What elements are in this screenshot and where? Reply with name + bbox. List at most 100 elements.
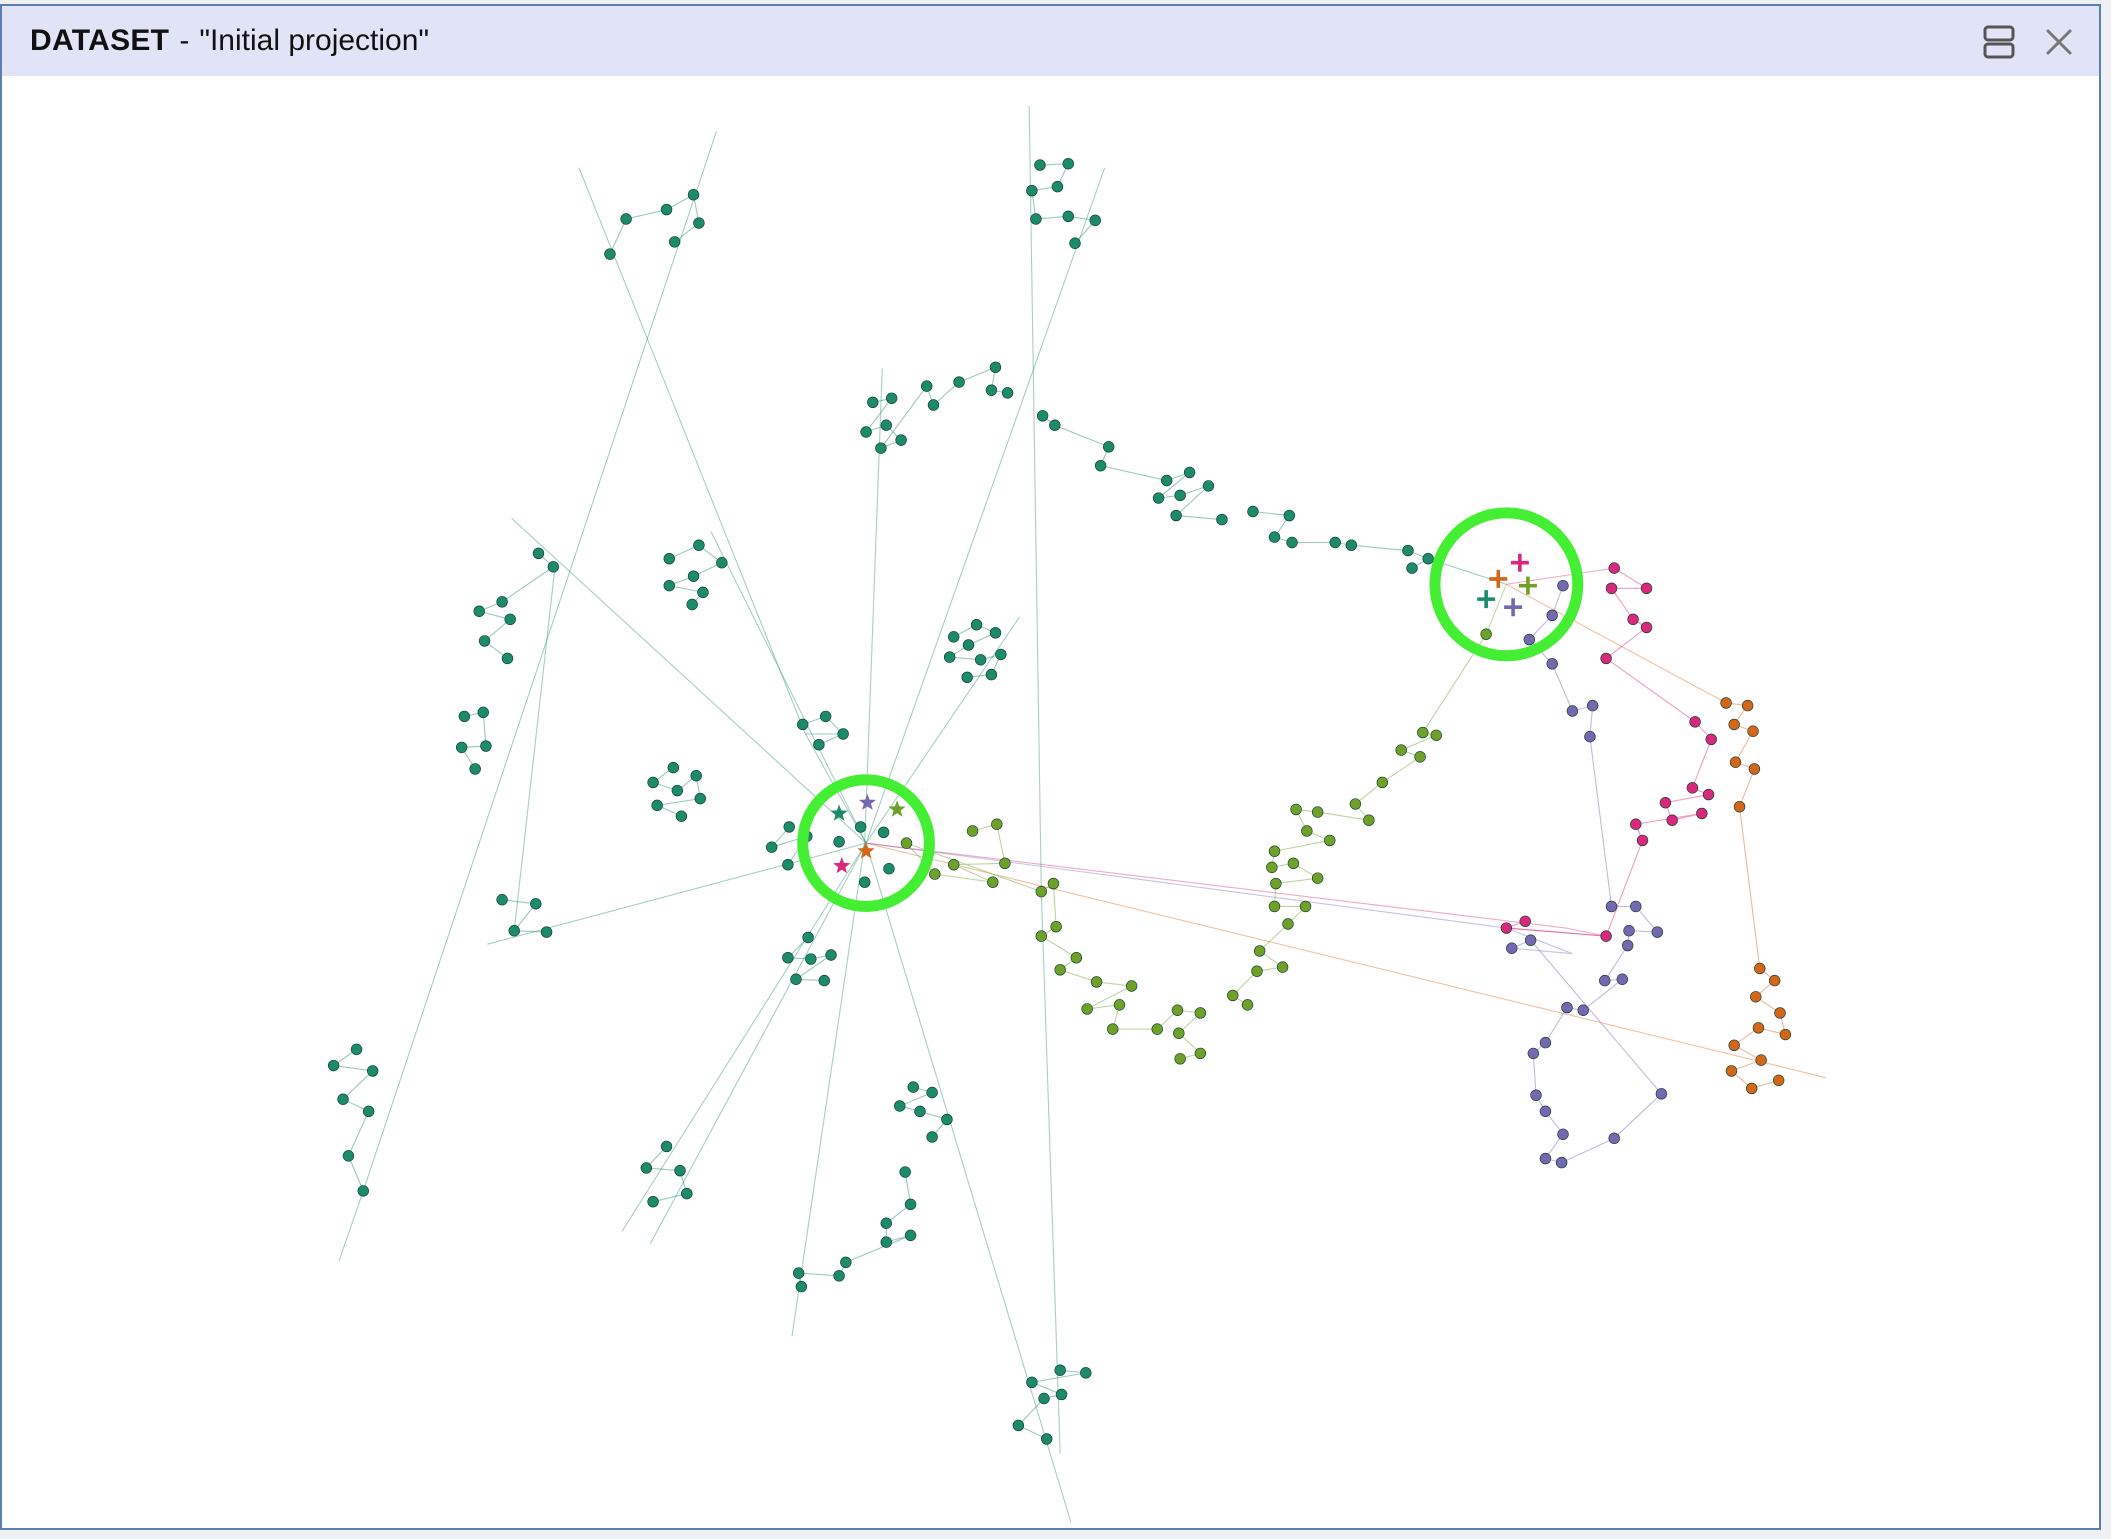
data-point[interactable] (469, 763, 481, 775)
data-point[interactable] (1349, 798, 1362, 810)
data-point[interactable] (716, 557, 728, 569)
data-point[interactable] (1779, 1028, 1792, 1041)
data-point[interactable] (1094, 459, 1107, 472)
data-point[interactable] (927, 399, 940, 411)
data-point[interactable] (686, 598, 698, 611)
data-point[interactable] (473, 605, 485, 617)
data-point[interactable] (819, 710, 832, 723)
data-point[interactable] (668, 236, 681, 248)
data-point[interactable] (1054, 964, 1066, 976)
data-point[interactable] (478, 635, 491, 647)
data-point[interactable] (1754, 962, 1766, 975)
data-point[interactable] (1070, 951, 1083, 964)
data-point[interactable] (547, 561, 560, 573)
data-point[interactable] (1241, 999, 1254, 1011)
data-point[interactable] (1659, 796, 1672, 809)
data-point[interactable] (1035, 930, 1048, 942)
data-point[interactable] (1174, 1053, 1186, 1065)
data-point[interactable] (1268, 845, 1281, 857)
data-point[interactable] (1705, 733, 1717, 746)
data-point[interactable] (687, 189, 700, 201)
data-point[interactable] (1034, 159, 1046, 171)
data-point[interactable] (1430, 729, 1442, 741)
data-point[interactable] (1733, 801, 1746, 813)
data-point[interactable] (1251, 965, 1263, 977)
data-point[interactable] (1282, 918, 1294, 930)
close-button[interactable] (2037, 20, 2081, 64)
data-point[interactable] (1080, 1367, 1092, 1379)
data-point[interactable] (694, 792, 706, 805)
data-point[interactable] (1266, 861, 1278, 874)
data-point[interactable] (1752, 1022, 1765, 1034)
data-point[interactable] (885, 392, 898, 404)
data-point[interactable] (1566, 705, 1579, 717)
data-point[interactable] (1586, 699, 1599, 712)
data-point[interactable] (854, 821, 867, 833)
plus-marker[interactable] (1477, 590, 1496, 609)
data-point[interactable] (530, 898, 542, 910)
data-point[interactable] (943, 651, 956, 663)
data-point[interactable] (1253, 945, 1266, 957)
data-point[interactable] (1627, 613, 1639, 626)
data-point[interactable] (1689, 716, 1701, 728)
data-point[interactable] (795, 1280, 808, 1293)
data-point[interactable] (840, 1256, 852, 1269)
data-point[interactable] (1608, 562, 1620, 574)
data-point[interactable] (929, 868, 941, 880)
data-point[interactable] (480, 740, 492, 752)
data-point[interactable] (1414, 751, 1426, 763)
data-point[interactable] (1363, 814, 1375, 826)
data-point[interactable] (1402, 544, 1414, 557)
data-point[interactable] (1527, 1047, 1540, 1060)
data-point[interactable] (1287, 857, 1300, 870)
data-point[interactable] (1746, 1082, 1758, 1095)
data-point[interactable] (985, 384, 998, 396)
data-point[interactable] (797, 718, 809, 731)
data-point[interactable] (1026, 184, 1038, 197)
data-point[interactable] (947, 631, 960, 643)
plus-marker[interactable] (1504, 598, 1523, 617)
data-point[interactable] (697, 586, 709, 599)
data-point[interactable] (1026, 1376, 1038, 1389)
data-point[interactable] (1480, 628, 1492, 640)
data-point[interactable] (647, 1195, 659, 1208)
plus-marker[interactable] (1489, 569, 1508, 588)
data-point[interactable] (660, 1140, 673, 1153)
data-point[interactable] (899, 1166, 911, 1178)
data-point[interactable] (1539, 1152, 1552, 1165)
data-point[interactable] (1616, 973, 1628, 985)
data-point[interactable] (1194, 1047, 1207, 1060)
data-point[interactable] (1755, 1054, 1767, 1066)
data-point[interactable] (1125, 980, 1138, 992)
data-point[interactable] (687, 570, 700, 582)
data-point[interactable] (782, 858, 794, 871)
data-point[interactable] (805, 953, 817, 965)
data-point[interactable] (1324, 834, 1336, 847)
data-point[interactable] (1696, 807, 1708, 820)
data-point[interactable] (985, 668, 998, 681)
data-point[interactable] (1345, 539, 1358, 551)
data-point[interactable] (674, 1164, 686, 1177)
data-point[interactable] (501, 652, 514, 665)
data-point[interactable] (1081, 1003, 1093, 1015)
data-point[interactable] (496, 596, 508, 608)
data-point[interactable] (1728, 718, 1740, 731)
data-point[interactable] (1173, 1027, 1185, 1039)
data-point[interactable] (1311, 872, 1324, 884)
data-point[interactable] (914, 1105, 926, 1118)
data-point[interactable] (970, 619, 983, 631)
data-point[interactable] (766, 841, 778, 853)
data-point[interactable] (690, 770, 702, 782)
data-point[interactable] (1655, 1088, 1668, 1100)
data-point[interactable] (833, 1270, 845, 1282)
data-point[interactable] (1227, 989, 1239, 1002)
data-point[interactable] (1152, 492, 1165, 504)
data-point[interactable] (1630, 818, 1642, 830)
data-point[interactable] (1050, 920, 1062, 933)
data-point[interactable] (1170, 509, 1182, 522)
data-point[interactable] (1276, 961, 1289, 973)
data-point[interactable] (1599, 974, 1611, 987)
data-point[interactable] (1747, 725, 1759, 737)
data-point[interactable] (1036, 410, 1049, 422)
data-point[interactable] (651, 799, 663, 812)
